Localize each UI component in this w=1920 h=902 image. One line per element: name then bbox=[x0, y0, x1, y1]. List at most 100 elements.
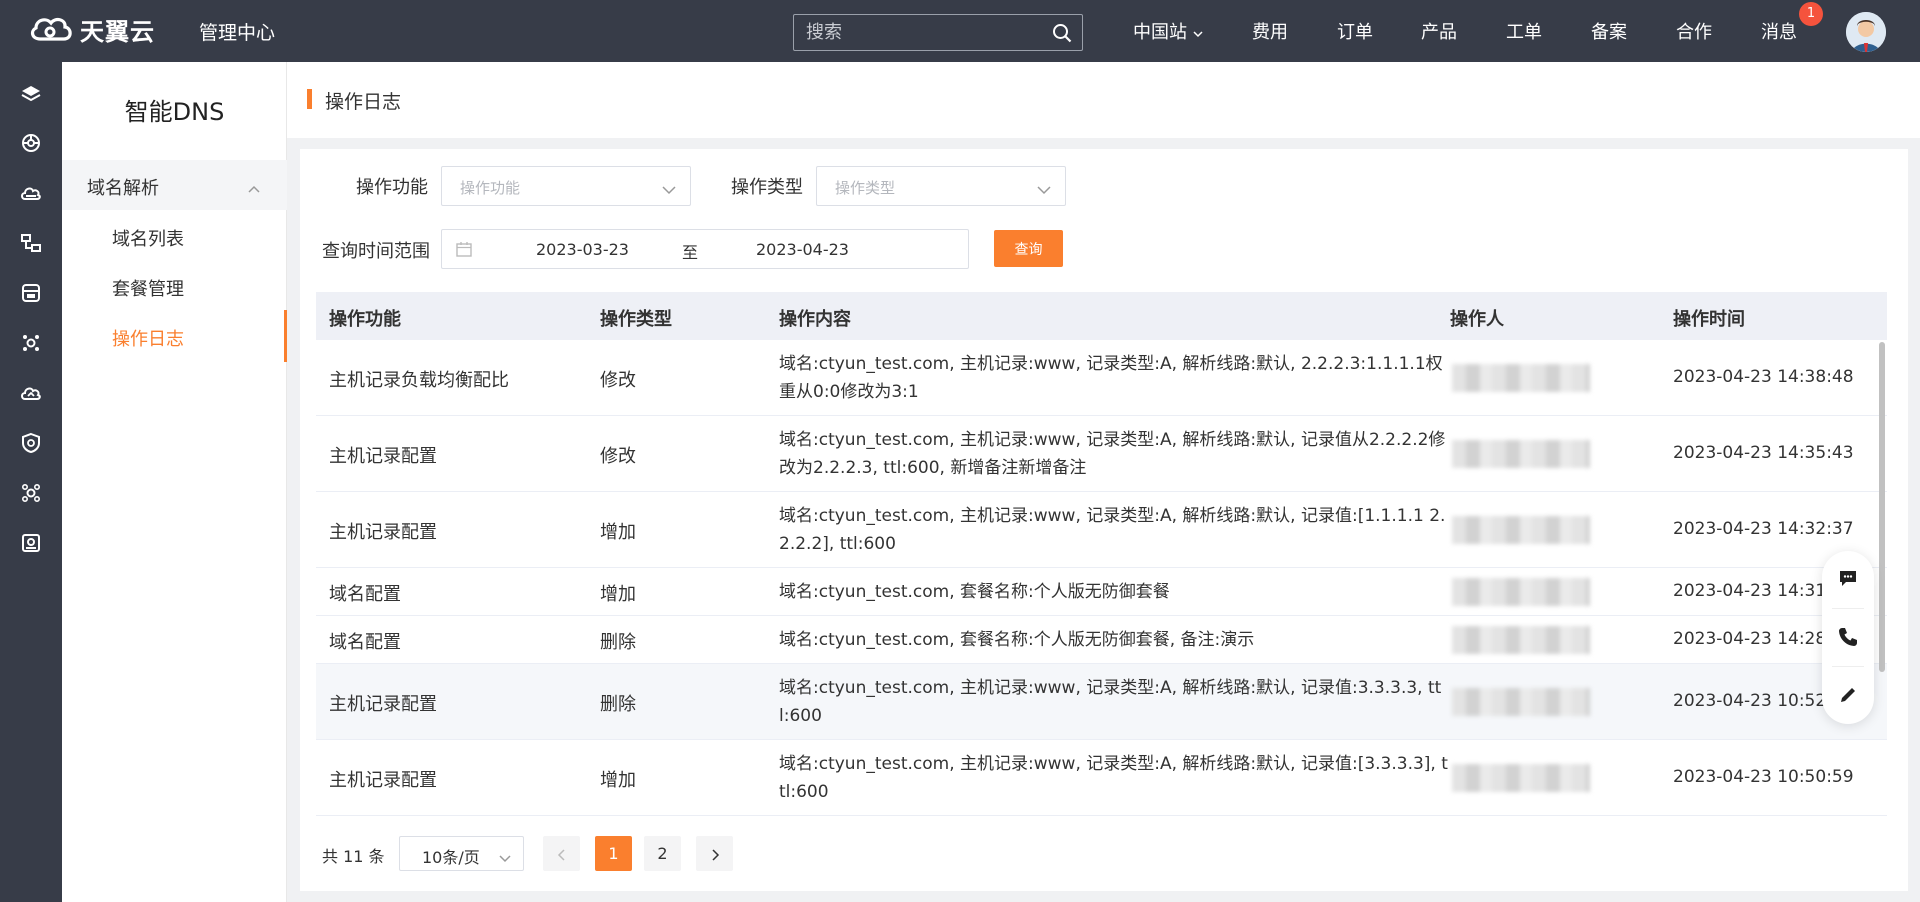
network-icon[interactable] bbox=[20, 232, 42, 254]
cell-content: 域名:ctyun_test.com, 主机记录:www, 记录类型:A, 解析线… bbox=[779, 354, 1443, 402]
sidebar: 智能DNS 域名解析 域名列表 套餐管理 操作日志 bbox=[62, 62, 287, 902]
cell-function: 主机记录配置 bbox=[329, 770, 437, 791]
chevron-down-icon bbox=[1037, 180, 1051, 199]
management-center-link[interactable]: 管理中心 bbox=[199, 18, 275, 45]
cell-function: 主机记录负载均衡配比 bbox=[329, 370, 509, 391]
cell-type: 修改 bbox=[600, 446, 636, 467]
cell-time: 2023-04-23 14:38:48 bbox=[1673, 367, 1854, 387]
cell-operator-redacted bbox=[1452, 688, 1590, 716]
table-row: 主机记录配置 增加 域名:ctyun_test.com, 主机记录:www, 记… bbox=[316, 740, 1887, 816]
nav-partner[interactable]: 合作 bbox=[1676, 18, 1712, 44]
table-scrollbar[interactable] bbox=[1879, 342, 1885, 672]
cell-type: 增加 bbox=[600, 584, 636, 605]
edit-icon[interactable] bbox=[1836, 683, 1860, 707]
chevron-down-icon bbox=[499, 848, 511, 867]
table-row: 域名配置 增加 域名:ctyun_test.com, 套餐名称:个人版无防御套餐… bbox=[316, 568, 1887, 616]
prev-page-button[interactable] bbox=[543, 836, 580, 871]
date-separator: 至 bbox=[682, 243, 699, 262]
brand-name: 天翼云 bbox=[80, 18, 155, 46]
cloud-logo-icon bbox=[28, 13, 74, 47]
nav-messages[interactable]: 消息 bbox=[1761, 18, 1797, 44]
nav-orders[interactable]: 订单 bbox=[1337, 18, 1373, 44]
nav-fees[interactable]: 费用 bbox=[1252, 18, 1288, 44]
page-button-2[interactable]: 2 bbox=[644, 836, 681, 871]
cluster-icon[interactable] bbox=[20, 482, 42, 504]
column-header-type: 操作类型 bbox=[600, 309, 672, 330]
user-avatar[interactable] bbox=[1846, 12, 1886, 52]
date-range-picker[interactable]: 2023-03-23 至 2023-04-23 bbox=[441, 229, 969, 269]
sidebar-item-domain-list[interactable]: 域名列表 bbox=[112, 225, 184, 251]
search-input[interactable] bbox=[806, 22, 1046, 43]
active-indicator bbox=[284, 310, 287, 362]
query-button[interactable]: 查询 bbox=[994, 230, 1063, 267]
table-row: 主机记录配置 增加 域名:ctyun_test.com, 主机记录:www, 记… bbox=[316, 492, 1887, 568]
sidebar-item-package-management[interactable]: 套餐管理 bbox=[112, 275, 184, 301]
start-date-input[interactable]: 2023-03-23 bbox=[536, 240, 629, 259]
cell-function: 域名配置 bbox=[329, 632, 401, 653]
cell-content: 域名:ctyun_test.com, 主机记录:www, 记录类型:A, 解析线… bbox=[779, 754, 1448, 802]
time-range-label: 查询时间范围 bbox=[322, 241, 430, 262]
cell-function: 主机记录配置 bbox=[329, 522, 437, 543]
nav-region[interactable]: 中国站 bbox=[1133, 18, 1203, 44]
cloud-sync-icon[interactable] bbox=[20, 382, 42, 404]
top-bar: 天翼云 管理中心 中国站 费用 订单 产品 工单 备案 合作 消息 1 bbox=[0, 0, 1920, 62]
settings-icon[interactable] bbox=[20, 332, 42, 354]
chat-icon[interactable] bbox=[1836, 566, 1860, 590]
cell-content: 域名:ctyun_test.com, 主机记录:www, 记录类型:A, 解析线… bbox=[779, 506, 1446, 554]
end-date-input[interactable]: 2023-04-23 bbox=[756, 240, 849, 259]
type-filter-placeholder: 操作类型 bbox=[835, 179, 896, 197]
monitor-icon[interactable] bbox=[20, 282, 42, 304]
floating-toolbar bbox=[1822, 551, 1874, 724]
cloud-icon[interactable] bbox=[20, 182, 42, 204]
search-box bbox=[793, 14, 1083, 51]
column-header-content: 操作内容 bbox=[779, 309, 851, 330]
nav-tickets[interactable]: 工单 bbox=[1506, 18, 1542, 44]
chevron-up-icon bbox=[248, 178, 260, 197]
column-header-operator: 操作人 bbox=[1450, 309, 1504, 330]
nav-filing[interactable]: 备案 bbox=[1591, 18, 1627, 44]
cell-operator-redacted bbox=[1452, 516, 1590, 544]
message-count-badge: 1 bbox=[1799, 2, 1823, 26]
cell-type: 删除 bbox=[600, 694, 636, 715]
cell-time: 2023-04-23 14:32:37 bbox=[1673, 519, 1854, 539]
cell-operator-redacted bbox=[1452, 440, 1590, 468]
operation-log-table: 操作功能 操作类型 操作内容 操作人 操作时间 主机记录负载均衡配比 修改 域名… bbox=[316, 292, 1887, 817]
ring-icon[interactable] bbox=[20, 132, 42, 154]
sidebar-group-dns-resolution[interactable]: 域名解析 bbox=[62, 160, 287, 210]
cell-type: 增加 bbox=[600, 770, 636, 791]
shield-icon[interactable] bbox=[20, 432, 42, 454]
type-filter-select[interactable]: 操作类型 bbox=[816, 166, 1066, 206]
cell-function: 域名配置 bbox=[329, 584, 401, 605]
cell-time: 2023-04-23 10:50:59 bbox=[1673, 767, 1854, 787]
search-icon[interactable] bbox=[1052, 23, 1072, 47]
cell-operator-redacted bbox=[1452, 764, 1590, 792]
cell-content: 域名:ctyun_test.com, 主机记录:www, 记录类型:A, 解析线… bbox=[779, 430, 1446, 478]
column-header-time: 操作时间 bbox=[1673, 309, 1745, 330]
phone-icon[interactable] bbox=[1836, 625, 1860, 649]
page-size-select[interactable]: 10条/页 bbox=[399, 836, 524, 871]
sidebar-item-operation-log[interactable]: 操作日志 bbox=[112, 325, 184, 351]
nav-region-label: 中国站 bbox=[1133, 22, 1187, 43]
table-row: 主机记录配置 删除 域名:ctyun_test.com, 主机记录:www, 记… bbox=[316, 664, 1887, 740]
layers-icon[interactable] bbox=[20, 83, 42, 105]
cell-operator-redacted bbox=[1452, 626, 1590, 654]
type-filter-label: 操作类型 bbox=[731, 177, 803, 198]
page-header: 操作日志 bbox=[287, 62, 1920, 138]
report-icon[interactable] bbox=[20, 532, 42, 554]
logo[interactable]: 天翼云 bbox=[28, 12, 155, 47]
cell-content: 域名:ctyun_test.com, 套餐名称:个人版无防御套餐, 备注:演示 bbox=[779, 630, 1255, 650]
nav-products[interactable]: 产品 bbox=[1421, 18, 1457, 44]
column-header-function: 操作功能 bbox=[329, 309, 401, 330]
cell-type: 修改 bbox=[600, 370, 636, 391]
cell-content: 域名:ctyun_test.com, 套餐名称:个人版无防御套餐 bbox=[779, 582, 1170, 602]
content-panel: 操作功能 操作功能 操作类型 操作类型 查询时间范围 2023-03-23 至 … bbox=[300, 149, 1908, 891]
function-filter-label: 操作功能 bbox=[356, 177, 428, 198]
page-title: 操作日志 bbox=[325, 91, 402, 113]
page-button-1[interactable]: 1 bbox=[595, 836, 632, 871]
function-filter-select[interactable]: 操作功能 bbox=[441, 166, 691, 206]
page-size-value: 10条/页 bbox=[422, 848, 480, 867]
cell-function: 主机记录配置 bbox=[329, 446, 437, 467]
cell-type: 增加 bbox=[600, 522, 636, 543]
divider bbox=[1832, 608, 1864, 609]
next-page-button[interactable] bbox=[696, 836, 733, 871]
